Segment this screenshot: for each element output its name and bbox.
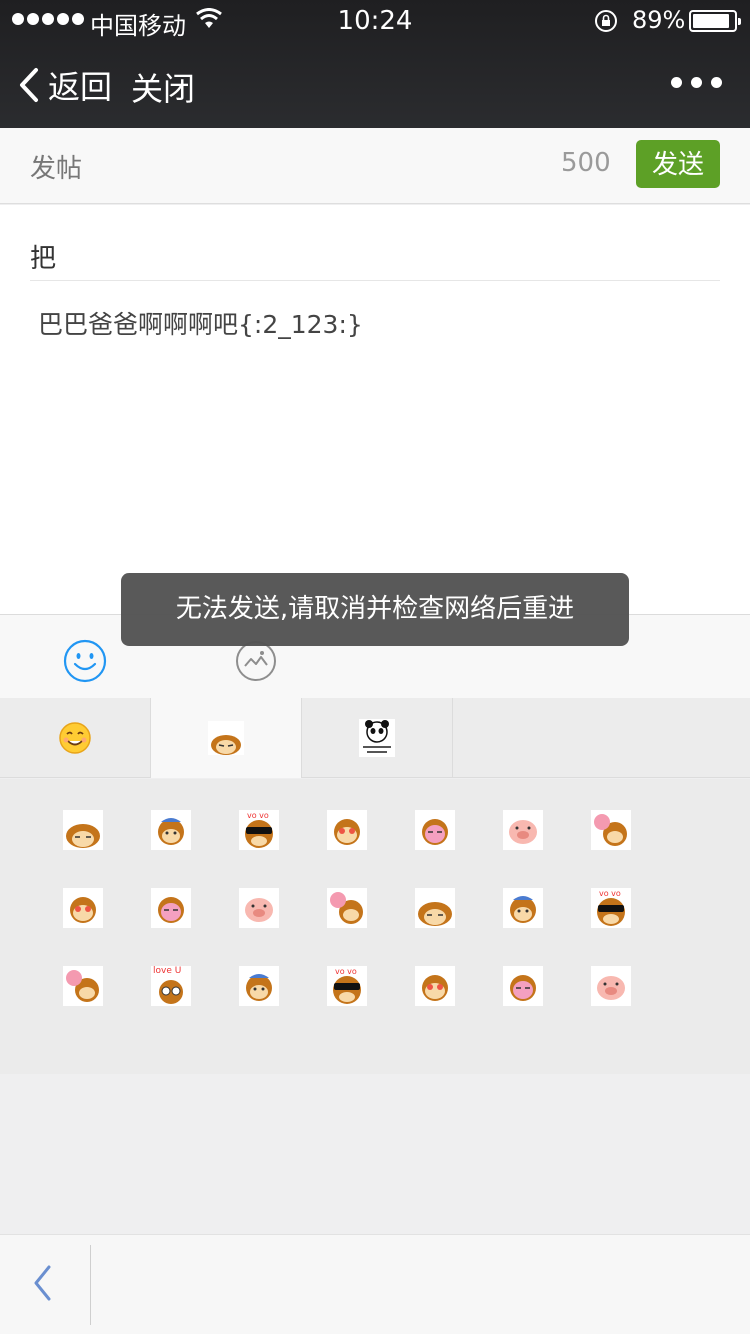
close-button[interactable]: 关闭 — [131, 64, 195, 110]
emoji-monkey-13[interactable] — [503, 888, 543, 928]
send-button[interactable]: 发送 — [636, 140, 720, 188]
tab-panda-meme[interactable] — [302, 698, 453, 778]
emoji-grid: vo vo vo vo love U vo vo — [0, 779, 750, 1074]
emoji-monkey-19[interactable] — [415, 966, 455, 1006]
panda-meme-icon — [359, 719, 395, 757]
emoji-monkey-3[interactable]: vo vo — [239, 810, 279, 850]
emoji-monkey-16[interactable]: love U — [151, 966, 191, 1006]
battery-icon — [689, 10, 741, 32]
rotation-lock-icon — [595, 10, 617, 32]
emoji-monkey-2[interactable] — [151, 810, 191, 850]
emoji-monkey-17[interactable] — [239, 966, 279, 1006]
chevron-left-icon[interactable] — [30, 1263, 54, 1303]
compose-title: 发帖 — [30, 154, 83, 184]
emoji-monkey-14[interactable]: vo vo — [591, 888, 631, 928]
title-input[interactable] — [30, 223, 720, 281]
svg-text:vo vo: vo vo — [335, 967, 357, 976]
smiley-icon[interactable] — [63, 639, 107, 683]
monkey-icon — [208, 721, 244, 755]
status-bar: 中国移动 10:24 89% — [0, 0, 750, 42]
emoji-monkey-20[interactable] — [503, 966, 543, 1006]
keyboard-blank-area — [0, 1074, 750, 1234]
smiley-face-icon — [59, 722, 91, 754]
emoji-love-label: love U — [153, 966, 182, 976]
emoji-monkey-18[interactable]: vo vo — [327, 966, 367, 1006]
emoji-monkey-5[interactable] — [415, 810, 455, 850]
svg-text:vo vo: vo vo — [599, 889, 621, 898]
tab-smiley[interactable] — [0, 698, 151, 778]
emoji-category-tabs — [0, 698, 750, 778]
emoji-monkey-12[interactable] — [415, 888, 455, 928]
emoji-monkey-7[interactable] — [591, 810, 631, 850]
emoji-monkey-1[interactable] — [63, 810, 103, 850]
battery-percent: 89% — [632, 6, 686, 34]
emoji-monkey-11[interactable] — [327, 888, 367, 928]
tab-monkey[interactable] — [151, 698, 302, 778]
emoji-monkey-9[interactable] — [151, 888, 191, 928]
back-button[interactable]: 返回 — [18, 62, 112, 108]
emoji-monkey-10[interactable] — [239, 888, 279, 928]
tab-empty — [453, 698, 750, 778]
char-count: 500 — [561, 148, 611, 178]
emoji-monkey-6[interactable] — [503, 810, 543, 850]
emoji-monkey-8[interactable] — [63, 888, 103, 928]
chevron-left-icon — [20, 68, 38, 102]
more-menu-icon[interactable] — [671, 77, 722, 88]
divider — [90, 1245, 91, 1325]
svg-text:vo vo: vo vo — [247, 811, 269, 820]
editor-area: 巴巴爸爸啊啊啊吧{:2_123:} — [0, 205, 750, 615]
content-textarea[interactable]: 巴巴爸爸啊啊啊吧{:2_123:} — [38, 305, 363, 341]
error-toast: 无法发送,请取消并检查网络后重进 — [121, 573, 629, 646]
emoji-monkey-4[interactable] — [327, 810, 367, 850]
compose-header: 发帖 500 发送 — [0, 128, 750, 204]
bottom-nav-bar — [0, 1234, 750, 1334]
top-bar: 中国移动 10:24 89% 返回 关闭 — [0, 0, 750, 128]
emoji-monkey-21[interactable] — [591, 966, 631, 1006]
back-label: 返回 — [48, 68, 113, 106]
emoji-monkey-15[interactable] — [63, 966, 103, 1006]
